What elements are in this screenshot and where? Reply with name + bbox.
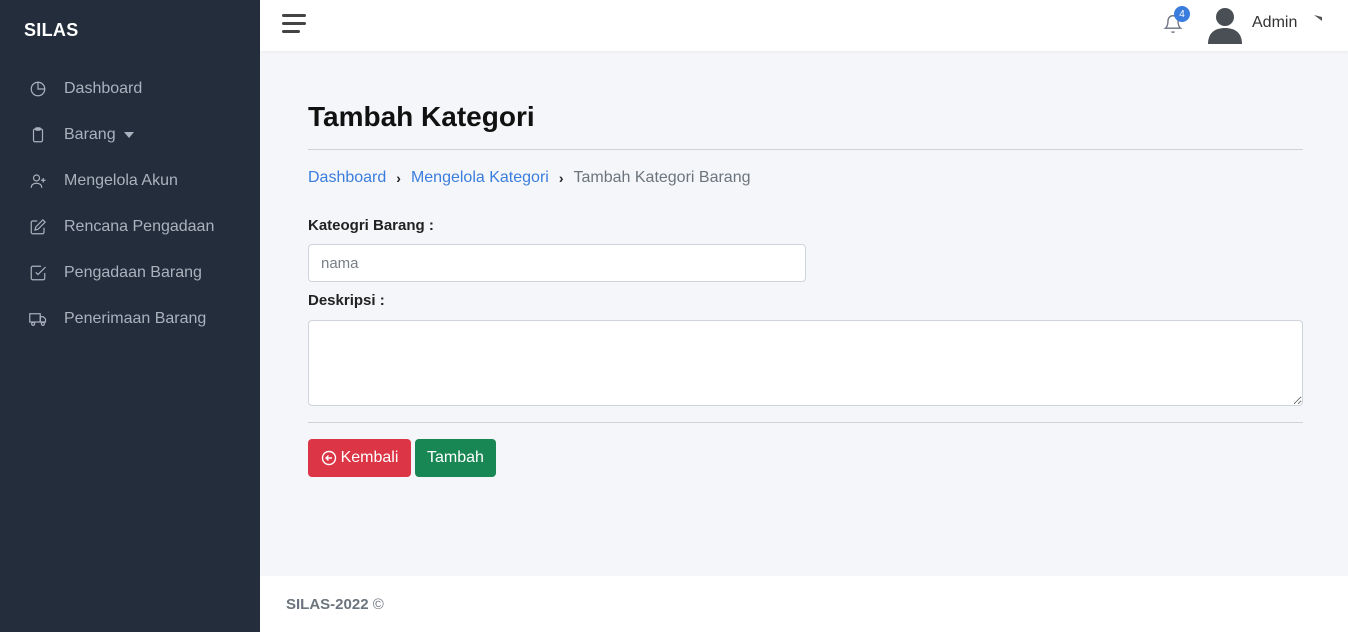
divider — [308, 149, 1303, 150]
sidebar-item-label: Pengadaan Barang — [64, 264, 202, 281]
menu-toggle-icon[interactable] — [282, 14, 306, 34]
sidebar-item-rencana-pengadaan[interactable]: Rencana Pengadaan — [0, 204, 260, 250]
sidebar-item-mengelola-akun[interactable]: Mengelola Akun — [0, 158, 260, 204]
back-button[interactable]: Kembali — [308, 439, 411, 477]
category-name-input[interactable] — [308, 244, 806, 282]
chevron-right-icon: › — [396, 170, 401, 186]
chevron-down-icon[interactable] — [1312, 12, 1324, 24]
chevron-right-icon: › — [558, 170, 564, 186]
sidebar-nav: Dashboard Barang Mengelola Akun Rencana … — [0, 66, 260, 342]
category-label: Kateogri Barang : — [308, 217, 434, 234]
breadcrumb-link-dashboard[interactable]: Dashboard — [308, 169, 386, 187]
brand-logo[interactable]: SILAS — [24, 20, 79, 41]
sidebar-item-dashboard[interactable]: Dashboard — [0, 66, 260, 112]
sidebar: SILAS Dashboard Barang Mengelola Akun Re… — [0, 0, 260, 632]
sidebar-item-label: Mengelola Akun — [64, 172, 178, 189]
footer-brand: SILAS-2022 — [286, 596, 369, 613]
breadcrumb: Dashboard › Mengelola Kategori › Tambah … — [308, 169, 751, 187]
copyright-icon: © — [372, 596, 384, 613]
footer-text: SILAS-2022 © — [286, 596, 384, 613]
user-plus-icon — [28, 171, 48, 191]
description-textarea[interactable] — [308, 320, 1303, 406]
sidebar-item-label: Barang — [64, 126, 116, 143]
user-name[interactable]: Admin — [1252, 14, 1297, 32]
pie-chart-icon — [28, 79, 48, 99]
page-title: Tambah Kategori — [308, 101, 535, 132]
clipboard-icon — [28, 125, 48, 145]
main-content: Tambah Kategori Dashboard › Mengelola Ka… — [260, 51, 1348, 576]
sidebar-item-barang[interactable]: Barang — [0, 112, 260, 158]
notification-badge: 4 — [1174, 6, 1190, 22]
divider — [308, 422, 1303, 423]
sidebar-item-label: Penerimaan Barang — [64, 310, 207, 327]
breadcrumb-link-mengelola-kategori[interactable]: Mengelola Kategori — [411, 169, 549, 187]
sidebar-item-penerimaan-barang[interactable]: Penerimaan Barang — [0, 296, 260, 342]
sidebar-item-label: Dashboard — [64, 80, 143, 97]
sidebar-item-label: Rencana Pengadaan — [64, 218, 215, 235]
truck-icon — [28, 309, 48, 329]
breadcrumb-current: Tambah Kategori Barang — [573, 169, 751, 186]
chevron-down-icon — [123, 132, 134, 138]
sidebar-item-pengadaan-barang[interactable]: Pengadaan Barang — [0, 250, 260, 296]
edit-icon — [28, 217, 48, 237]
check-square-icon — [28, 263, 48, 283]
avatar[interactable] — [1206, 4, 1244, 44]
footer: SILAS-2022 © — [260, 576, 1348, 632]
add-button[interactable]: Tambah — [415, 439, 496, 477]
arrow-left-circle-icon — [321, 450, 336, 466]
topbar: 4 Admin — [260, 0, 1348, 51]
description-label: Deskripsi : — [308, 292, 385, 309]
back-button-label: Kembali — [340, 449, 399, 466]
add-button-label: Tambah — [427, 449, 484, 466]
